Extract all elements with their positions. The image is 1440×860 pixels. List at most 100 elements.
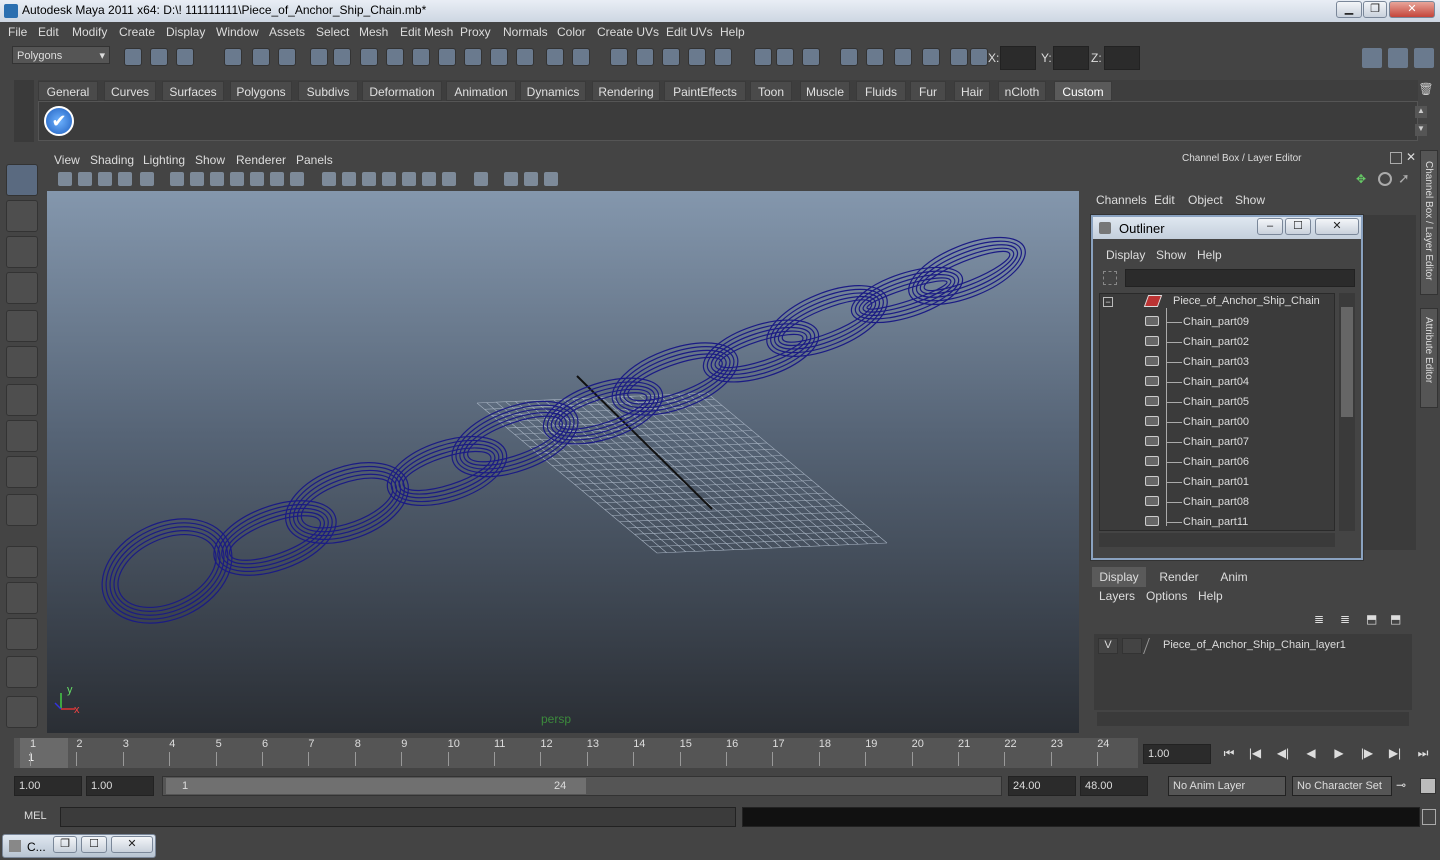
panel-menu-renderer[interactable]: Renderer — [236, 153, 286, 167]
outliner-close-button[interactable]: ✕ — [1315, 218, 1359, 235]
step-back-frame-icon[interactable]: ◀| — [1274, 746, 1292, 764]
perspective-viewport[interactable]: persp y x — [47, 191, 1079, 733]
z-input[interactable] — [1104, 46, 1140, 70]
play-forward-icon[interactable]: ▶ — [1330, 746, 1348, 764]
menu-modify[interactable]: Modify — [72, 25, 107, 39]
outliner-hscroll[interactable] — [1099, 533, 1335, 547]
pin-icon[interactable]: ➚ — [1398, 170, 1410, 187]
layer-name[interactable]: Piece_of_Anchor_Ship_Chain_layer1 — [1163, 639, 1346, 651]
step-forward-frame-icon[interactable]: |▶ — [1358, 746, 1376, 764]
menu-assets[interactable]: Assets — [269, 25, 305, 39]
menu-help[interactable]: Help — [720, 25, 745, 39]
go-to-start-icon[interactable]: ⏮ — [1220, 746, 1238, 764]
go-to-end-icon[interactable]: ⏭ — [1414, 746, 1432, 764]
step-forward-key-icon[interactable]: ▶| — [1386, 746, 1404, 764]
shelf-tab-muscle[interactable]: Muscle — [800, 81, 850, 101]
menu-window[interactable]: Window — [216, 25, 259, 39]
shelf-tab-dynamics[interactable]: Dynamics — [520, 81, 586, 101]
shelf-tab-fur[interactable]: Fur — [910, 81, 946, 101]
viewport-toolbar-icon[interactable] — [362, 172, 376, 186]
toolbox-tool-icon[interactable] — [6, 200, 38, 232]
shelf-tab-polygons[interactable]: Polygons — [230, 81, 292, 101]
show-channel-box-icon[interactable] — [1362, 48, 1382, 68]
menu-proxy[interactable]: Proxy — [460, 25, 491, 39]
toolbar-tool-icon[interactable] — [950, 48, 968, 66]
toolbox-tool-icon[interactable] — [6, 346, 38, 378]
outliner-item[interactable]: Chain_part08 — [1183, 492, 1249, 512]
toolbar-tool-icon[interactable] — [176, 48, 194, 66]
toolbar-tool-icon[interactable] — [516, 48, 534, 66]
shelf-trash-icon[interactable]: 🗑 — [1418, 82, 1434, 98]
shelf-tab-deformation[interactable]: Deformation — [362, 81, 442, 101]
viewport-toolbar-icon[interactable] — [474, 172, 488, 186]
shelf-tab-general[interactable]: General — [38, 81, 98, 101]
viewport-toolbar-icon[interactable] — [290, 172, 304, 186]
outliner-filter-icon[interactable] — [1103, 271, 1117, 285]
outliner-item[interactable]: Chain_part05 — [1183, 392, 1249, 412]
toolbox-tool-icon[interactable] — [6, 164, 38, 196]
layer-option-icon[interactable]: ⬒ — [1366, 612, 1384, 628]
viewport-toolbar-icon[interactable] — [58, 172, 72, 186]
toolbar-tool-icon[interactable] — [360, 48, 378, 66]
layer-tab-render[interactable]: Render — [1150, 567, 1208, 587]
shelf-tab-surfaces[interactable]: Surfaces — [162, 81, 224, 101]
toolbar-tool-icon[interactable] — [150, 48, 168, 66]
menu-edit-uvs[interactable]: Edit UVs — [666, 25, 713, 39]
toolbox-tool-icon[interactable] — [6, 236, 38, 268]
viewport-toolbar-icon[interactable] — [118, 172, 132, 186]
toolbar-tool-icon[interactable] — [754, 48, 772, 66]
anim-layer-dropdown[interactable]: No Anim Layer ▾ — [1168, 776, 1301, 796]
toolbox-tool-icon[interactable] — [6, 582, 38, 614]
shelf-scroll-up-icon[interactable]: ▲ — [1415, 106, 1427, 118]
outliner-item[interactable]: Chain_part09 — [1183, 312, 1249, 332]
close-min-button[interactable]: ✕ — [111, 836, 153, 853]
side-tab-attribute-editor[interactable]: Attribute Editor — [1420, 308, 1438, 408]
toolbox-tool-icon[interactable] — [6, 546, 38, 578]
toolbar-tool-icon[interactable] — [776, 48, 794, 66]
menu-color[interactable]: Color — [557, 25, 586, 39]
menu-edit[interactable]: Edit — [38, 25, 59, 39]
shelf-tab-rendering[interactable]: Rendering — [592, 81, 660, 101]
toolbar-tool-icon[interactable] — [278, 48, 296, 66]
panel-menu-panels[interactable]: Panels — [296, 153, 333, 167]
viewport-toolbar-icon[interactable] — [544, 172, 558, 186]
maximize-min-button[interactable]: ☐ — [81, 836, 107, 853]
viewport-toolbar-icon[interactable] — [524, 172, 538, 186]
shelf-tab-fluids[interactable]: Fluids — [856, 81, 906, 101]
toolbar-tool-icon[interactable] — [714, 48, 732, 66]
range-slider-handle[interactable] — [166, 778, 586, 794]
panel-menu-view[interactable]: View — [54, 153, 80, 167]
shelf-tab-subdivs[interactable]: Subdivs — [298, 81, 358, 101]
channel-menu-object[interactable]: Object — [1188, 193, 1223, 207]
outliner-menu-show[interactable]: Show — [1156, 248, 1186, 262]
toolbox-tool-icon[interactable] — [6, 384, 38, 416]
close-button[interactable]: ✕ — [1389, 1, 1435, 18]
shelf-tab-toon[interactable]: Toon — [750, 81, 792, 101]
x-input[interactable] — [1000, 46, 1036, 70]
range-start2-field[interactable]: 1.00 — [86, 776, 154, 796]
toolbar-tool-icon[interactable] — [412, 48, 430, 66]
toolbox-tool-icon[interactable] — [6, 696, 38, 728]
shelf-tab-animation[interactable]: Animation — [446, 81, 516, 101]
toolbox-tool-icon[interactable] — [6, 618, 38, 650]
mel-input[interactable] — [60, 807, 736, 827]
menu-create[interactable]: Create — [119, 25, 155, 39]
layer-playback-toggle[interactable] — [1122, 638, 1142, 654]
shelf-tab-hair[interactable]: Hair — [954, 81, 990, 101]
outliner-root-item[interactable]: Piece_of_Anchor_Ship_Chain — [1173, 291, 1320, 311]
toolbar-tool-icon[interactable] — [662, 48, 680, 66]
new-layer-icon[interactable]: ≣ — [1314, 612, 1332, 628]
outliner-item[interactable]: Chain_part06 — [1183, 452, 1249, 472]
viewport-toolbar-icon[interactable] — [442, 172, 456, 186]
toolbar-tool-icon[interactable] — [894, 48, 912, 66]
viewport-toolbar-icon[interactable] — [98, 172, 112, 186]
shelf-scroll-down-icon[interactable]: ▼ — [1415, 124, 1427, 136]
range-end-field[interactable]: 24.00 — [1008, 776, 1076, 796]
panel-menu-shading[interactable]: Shading — [90, 153, 134, 167]
toolbar-tool-icon[interactable] — [688, 48, 706, 66]
toolbox-tool-icon[interactable] — [6, 420, 38, 452]
toolbar-tool-icon[interactable] — [124, 48, 142, 66]
layer-visibility-toggle[interactable]: V — [1098, 638, 1118, 654]
toolbar-tool-icon[interactable] — [610, 48, 628, 66]
toolbar-tool-icon[interactable] — [572, 48, 590, 66]
